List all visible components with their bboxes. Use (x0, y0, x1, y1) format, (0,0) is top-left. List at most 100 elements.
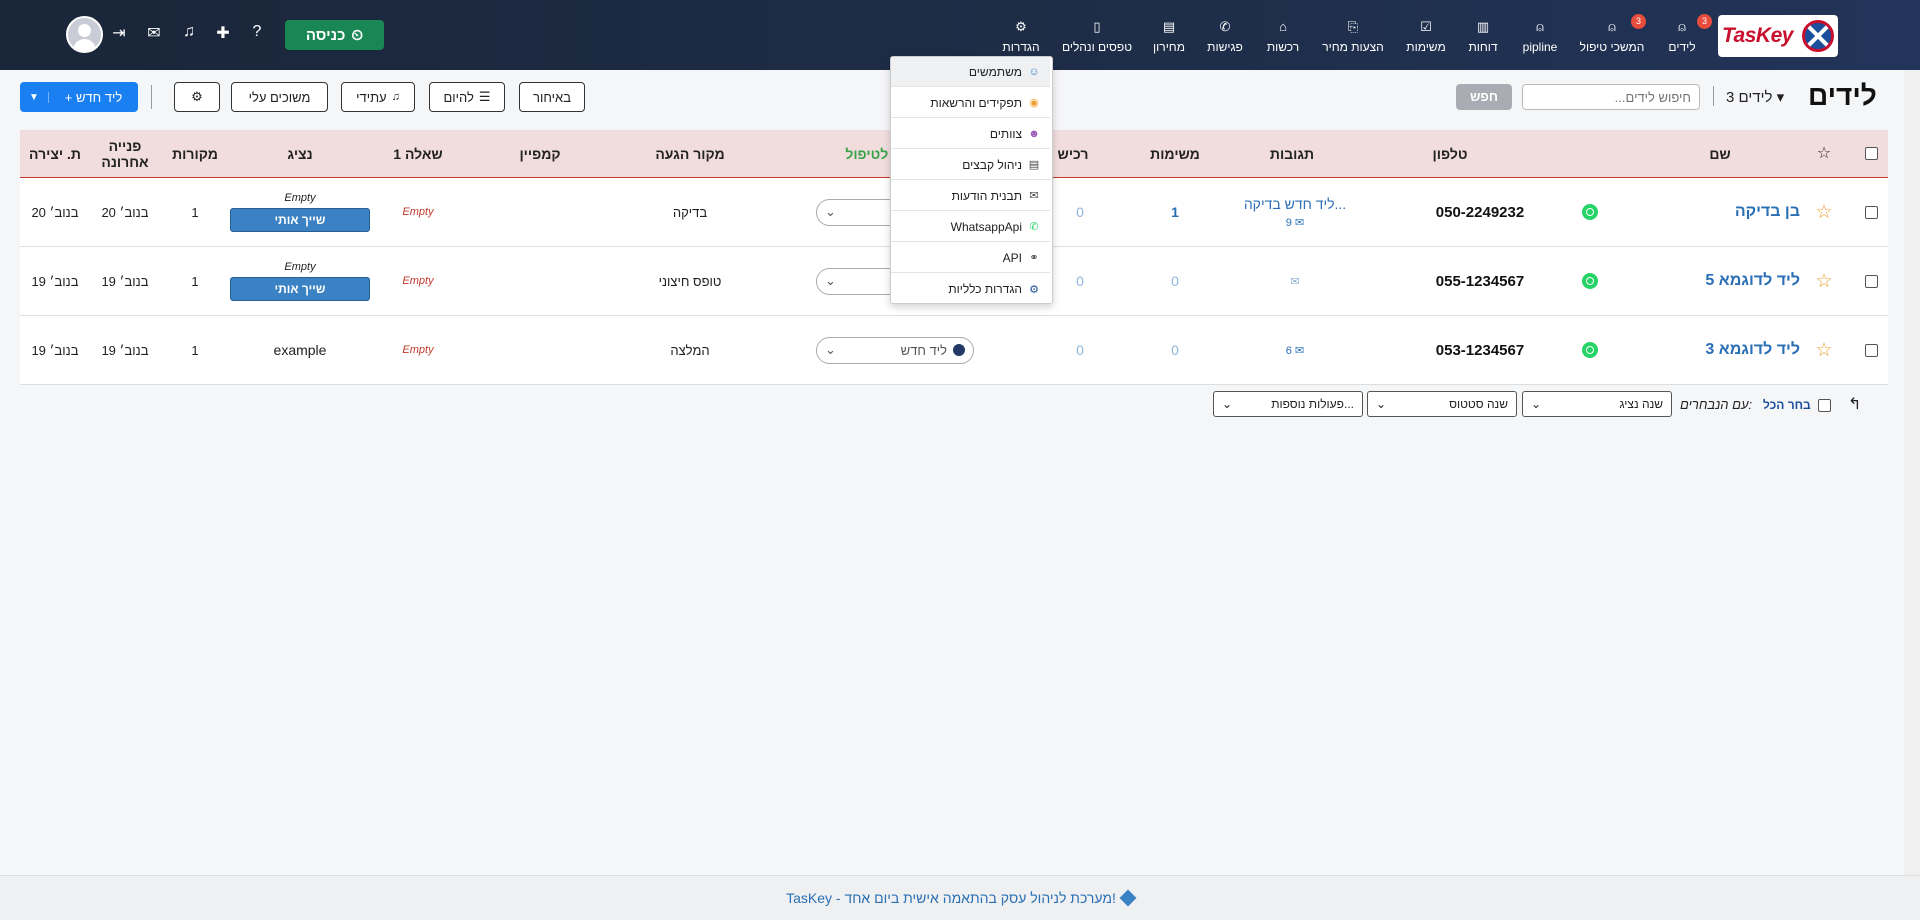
created-cell: 19 בנוב׳ (31, 342, 79, 358)
nav-item-quotes[interactable]: ⎘ הצעות מחיר (1322, 18, 1384, 58)
nav-item-purchases[interactable]: ⌂ רכשות (1264, 18, 1302, 58)
menu-item-api[interactable]: API ⚭ (891, 243, 1050, 273)
leads-count-label: 3 לידים (1726, 89, 1773, 106)
row-checkbox[interactable] (1859, 247, 1883, 315)
whatsapp-icon: ✆ (1029, 221, 1039, 233)
column-campaign[interactable]: קמפיין (490, 130, 590, 177)
lead-name[interactable]: בן בדיקה (1660, 178, 1800, 246)
chevron-down-icon: ▾ (1776, 89, 1785, 106)
column-created[interactable]: ת. יצירה (20, 130, 90, 177)
tasks-count[interactable]: 0 (1120, 316, 1230, 384)
comment-icon: ✉ (1290, 275, 1300, 288)
responses-cell[interactable]: ✉ (1220, 247, 1370, 315)
table-row[interactable]: ☆ ליד לדוגמא 3 053-1234567 6 ✉ 0 0 ⌄ ליד… (20, 316, 1888, 385)
whatsapp-icon[interactable] (1570, 316, 1610, 384)
column-source[interactable]: מקור הגעה (610, 130, 770, 177)
star-icon[interactable]: ☆ (1809, 316, 1839, 384)
select-all-checkbox[interactable] (1859, 130, 1883, 177)
response-count: 6 ✉ (1285, 344, 1305, 357)
menu-item-general-settings[interactable]: הגדרות כלליות ⚙ (891, 274, 1050, 304)
source-cell: המלצה (670, 342, 710, 358)
search-input[interactable] (1522, 84, 1700, 110)
row-checkbox[interactable] (1859, 178, 1883, 246)
future-filter-button[interactable]: עתידי ♫ (341, 82, 415, 112)
menu-item-message-templates[interactable]: תבנית הודעות ✉ (891, 181, 1050, 211)
nav-item-pipeline[interactable]: ⍝ pipline (1520, 18, 1560, 58)
lead-name[interactable]: ליד לדוגמא 3 (1660, 316, 1800, 384)
column-last-contact[interactable]: פנייה אחרונה (95, 130, 155, 177)
menu-item-users[interactable]: משתמשים ☺ (891, 57, 1050, 87)
late-filter-button[interactable]: באיחור (519, 82, 585, 112)
change-agent-select[interactable]: ⌄ שנה נציג (1522, 391, 1672, 417)
assigned-to-me-button[interactable]: משוכים עלי (231, 82, 328, 112)
response-count: 9 ✉ (1285, 216, 1305, 229)
tasks-count[interactable]: 1 (1120, 178, 1230, 246)
help-icon[interactable]: ? (246, 23, 268, 41)
tasks-count[interactable]: 0 (1120, 247, 1230, 315)
star-icon[interactable]: ☆ (1809, 247, 1839, 315)
late-label: באיחור (533, 89, 571, 105)
whatsapp-icon[interactable] (1570, 247, 1610, 315)
column-responses[interactable]: תגובות (1232, 130, 1352, 177)
bell-small-icon: ♫ (391, 91, 400, 103)
bell-icon[interactable]: ♫ (178, 23, 200, 41)
lead-phone: 050-2249232 (1435, 203, 1525, 221)
building-icon: ⌂ (1279, 19, 1287, 34)
nav-item-reports[interactable]: ▥ דוחות (1466, 18, 1500, 58)
plus-icon[interactable]: ✚ (212, 23, 234, 43)
column-sources-count[interactable]: מקורות (160, 130, 230, 177)
document-icon: ⎘ (1347, 19, 1359, 34)
with-selected-label: עם הנבחרים: (1680, 397, 1753, 412)
agent-value: Empty (284, 192, 316, 204)
leads-count-dropdown[interactable]: 3 לידים ▾ (1726, 88, 1784, 106)
nav-item-followups[interactable]: ⍝ 3 המשכי טיפול (1580, 14, 1646, 58)
caret-down-icon[interactable]: ▼ (20, 91, 49, 103)
nav-item-pricelist[interactable]: ▤ מחירון (1152, 18, 1186, 58)
assign-me-button[interactable]: שייך אותי (230, 277, 370, 301)
select-all-label[interactable]: בחר הכל (1763, 398, 1811, 412)
menu-item-teams[interactable]: צוותים ☻ (891, 119, 1050, 149)
column-agent[interactable]: נציג (230, 130, 370, 177)
change-status-select[interactable]: ⌄ שנה סטטוס (1367, 391, 1517, 417)
login-icon[interactable]: ⇥ (108, 23, 130, 43)
app-logo[interactable]: TasKey (1718, 15, 1838, 57)
chat-icon[interactable]: ✉ (143, 23, 165, 43)
today-filter-button[interactable]: להיום ☰ (429, 82, 505, 112)
nav-item-leads[interactable]: ⍝ 3 לידים (1664, 14, 1712, 58)
more-actions-select[interactable]: ⌄ פעולות נוספות... (1213, 391, 1363, 417)
nav-label: הצעות מחיר (1322, 40, 1384, 54)
status-select[interactable]: ⌄ ליד חדש (800, 316, 990, 384)
assign-me-button[interactable]: שייך אותי (230, 208, 370, 232)
nav-item-forms[interactable]: ▯ טפסים ונהלים (1062, 18, 1132, 58)
nav-item-settings[interactable]: ⚙ הגדרות (1002, 18, 1040, 58)
settings-dropdown-menu: משתמשים ☺ תפקידים והרשאות ◉ צוותים ☻ ניהול … (890, 56, 1053, 304)
last-contact-cell: 20 בנוב׳ (101, 204, 149, 220)
user-avatar[interactable] (66, 16, 103, 53)
responses-cell[interactable]: 6 ✉ (1220, 316, 1370, 384)
menu-item-files[interactable]: ניהול קבצים ▤ (891, 150, 1050, 180)
search-button[interactable]: חפש (1456, 84, 1512, 110)
comment-icon: ✉ (1294, 216, 1305, 229)
menu-item-roles[interactable]: תפקידים והרשאות ◉ (891, 88, 1050, 118)
list-icon: ☰ (478, 89, 491, 104)
star-icon[interactable]: ☆ (1809, 178, 1839, 246)
column-question[interactable]: שאלה 1 (368, 130, 468, 177)
nav-item-tasks[interactable]: ☑ משימות (1404, 18, 1448, 58)
whatsapp-icon[interactable] (1570, 178, 1610, 246)
scrollbar[interactable] (1904, 70, 1920, 875)
menu-item-whatsapp-api[interactable]: WhatsappApi ✆ (891, 212, 1050, 242)
column-phone[interactable]: טלפון (1370, 130, 1530, 177)
followups-icon: ⍝ (1608, 19, 1616, 34)
footer-text[interactable]: TasKey - מערכת לניהול עסק בהתאמה אישית ב… (786, 890, 1116, 906)
responses-cell[interactable]: ליד חדש בדיקה... 9 ✉ (1220, 178, 1370, 246)
enter-button[interactable]: כניסה ⏲ (285, 20, 384, 50)
row-checkbox[interactable] (1859, 316, 1883, 384)
question-cell: Empty (402, 206, 434, 218)
column-tasks[interactable]: משימות (1120, 130, 1230, 177)
nav-item-meetings[interactable]: ✆ פגישות (1206, 18, 1244, 58)
column-name[interactable]: שם (1640, 130, 1800, 177)
lead-name[interactable]: ליד לדוגמא 5 (1660, 247, 1800, 315)
column-settings-button[interactable]: ⚙ (174, 82, 220, 112)
bulk-select-all-checkbox[interactable] (1818, 399, 1831, 412)
new-lead-button[interactable]: ▼ + ליד חדש (20, 82, 138, 112)
